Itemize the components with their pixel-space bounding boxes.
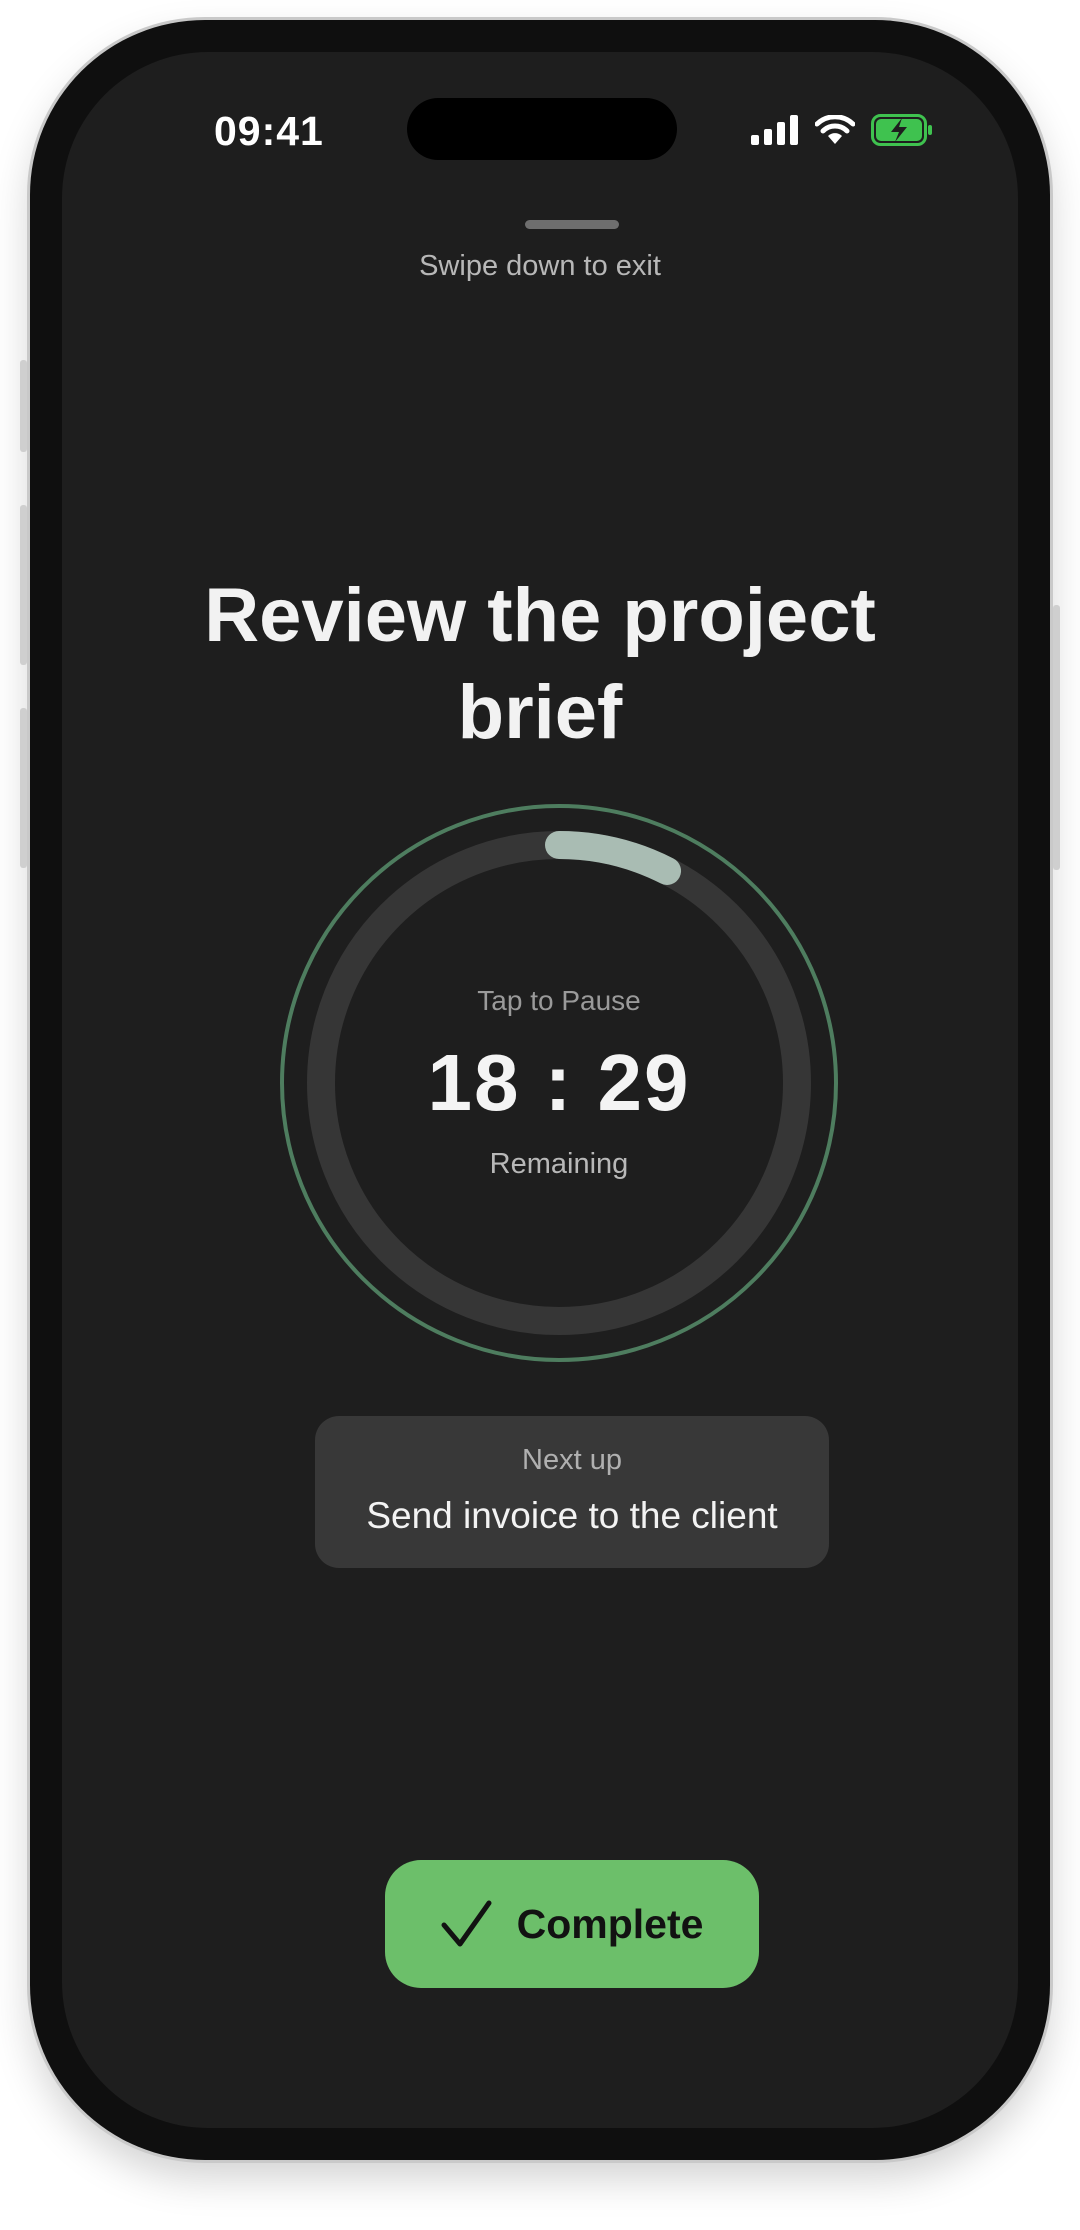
timer-progress-arc xyxy=(545,831,682,885)
signal-icon xyxy=(751,115,798,145)
battery-charging-icon xyxy=(871,114,932,146)
volume-down-button xyxy=(20,708,27,868)
next-up-card: Next up Send invoice to the client xyxy=(315,1416,829,1568)
task-title: Review the project brief xyxy=(204,573,876,755)
status-icons xyxy=(751,114,933,146)
power-button xyxy=(1053,605,1060,870)
next-up-task: Send invoice to the client xyxy=(366,1495,778,1536)
status-time: 09:41 xyxy=(214,108,324,154)
phone-frame: 09:41 Swipe down to exit Review the proj… xyxy=(20,20,1060,2160)
wifi-icon xyxy=(815,115,855,144)
remaining-label: Remaining xyxy=(489,1148,629,1180)
dynamic-island xyxy=(407,98,677,160)
checkmark-icon xyxy=(441,1900,492,1947)
complete-label: Complete xyxy=(516,1900,704,1947)
volume-up-button xyxy=(20,505,27,665)
complete-button[interactable]: Complete xyxy=(385,1860,759,1988)
action-button xyxy=(20,360,27,452)
timer-ring[interactable]: Tap to Pause 18 : 29 Remaining xyxy=(279,803,839,1363)
sheet-grabber[interactable] xyxy=(525,220,619,229)
screen: 09:41 Swipe down to exit Review the proj… xyxy=(62,52,1018,2128)
time-remaining: 18 : 29 xyxy=(427,1038,691,1127)
swipe-hint: Swipe down to exit xyxy=(419,250,661,282)
tap-to-pause-label: Tap to Pause xyxy=(477,985,641,1016)
next-up-label: Next up xyxy=(522,1444,622,1476)
